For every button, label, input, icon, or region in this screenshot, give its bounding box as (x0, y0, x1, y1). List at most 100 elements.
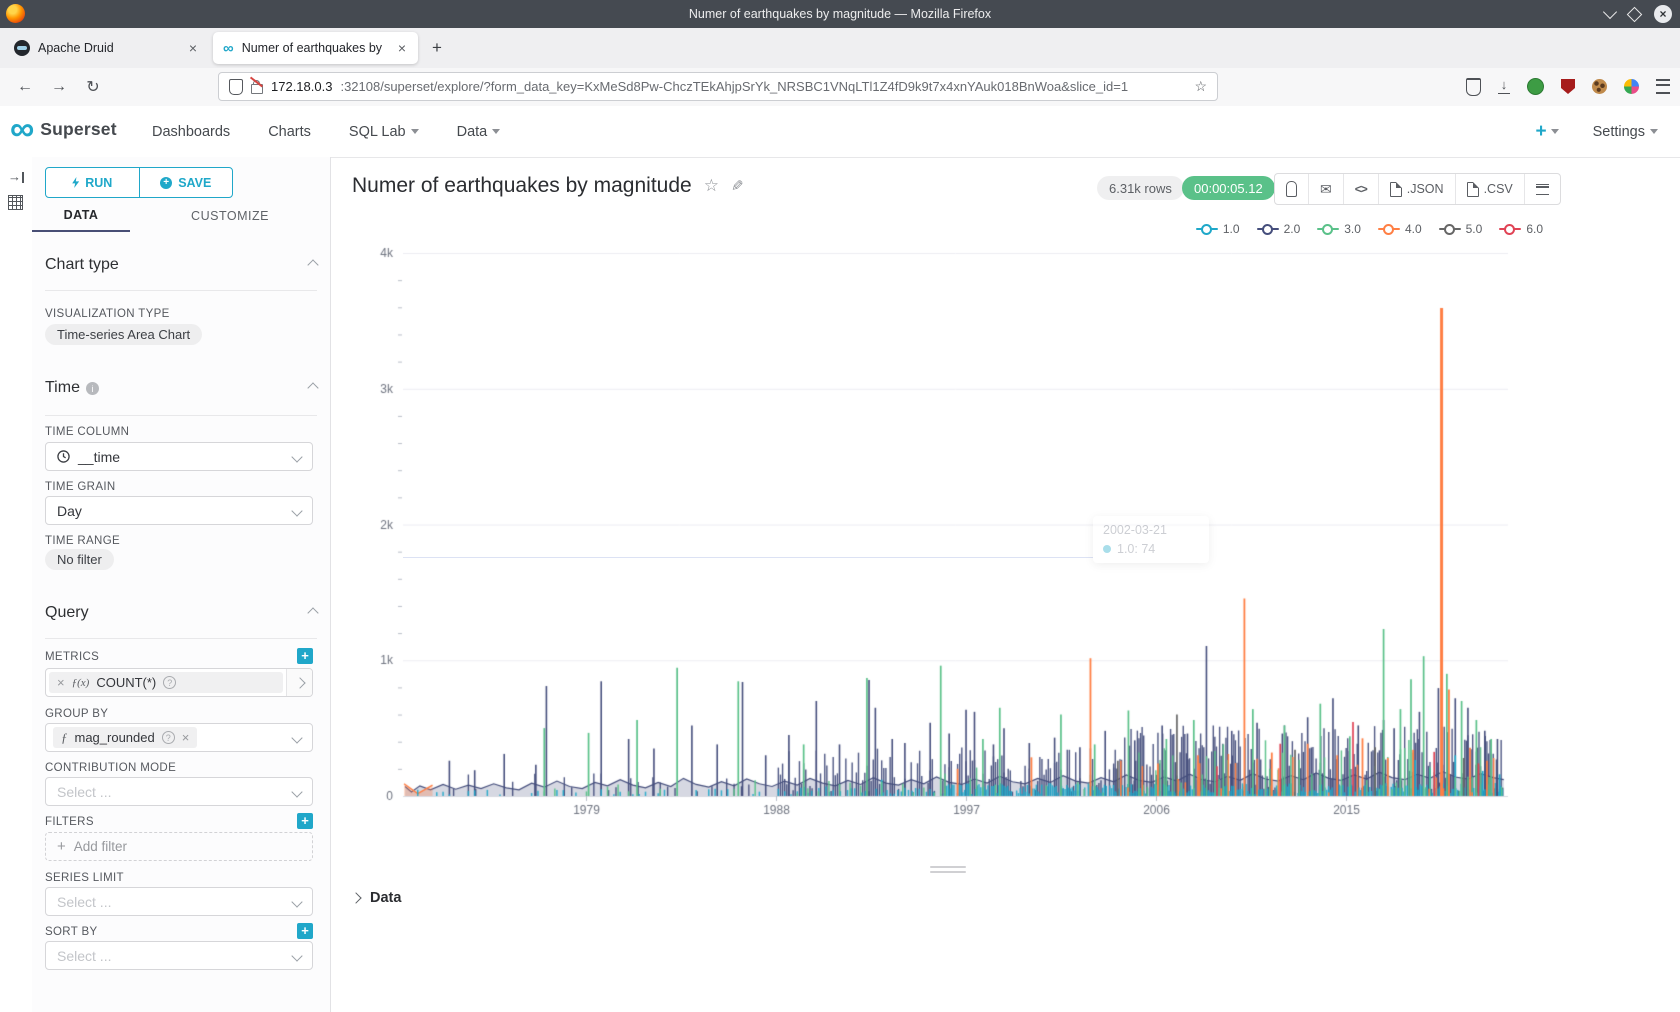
extension-pinwheel-icon[interactable] (1624, 79, 1639, 94)
legend-item-1.0[interactable]: 1.0 (1196, 222, 1240, 236)
copy-link-button[interactable] (1275, 174, 1309, 204)
section-chart-type[interactable]: Chart type (45, 256, 317, 274)
legend-marker-icon (1499, 224, 1521, 234)
time-range-label: TIME RANGE (45, 535, 120, 547)
legend-item-2.0[interactable]: 2.0 (1257, 222, 1301, 236)
add-sort-by-button[interactable]: + (297, 923, 313, 939)
data-panel-toggle[interactable]: Data (352, 890, 401, 906)
collapse-icon[interactable] (307, 259, 318, 270)
tab-close-icon[interactable]: × (396, 41, 408, 55)
viz-type-value[interactable]: Time-series Area Chart (45, 324, 202, 345)
legend-marker-icon (1317, 224, 1339, 234)
expand-datasource-icon[interactable]: → (8, 169, 24, 184)
sort-by-select[interactable]: Select ... (45, 941, 313, 970)
contribution-mode-select[interactable]: Select ... (45, 777, 313, 806)
tab-label: Numer of earthquakes by (242, 41, 388, 55)
remove-groupby-icon[interactable]: × (182, 731, 190, 744)
favorite-star-icon[interactable]: ☆ (704, 176, 719, 196)
tab-superset-chart[interactable]: ∞ Numer of earthquakes by × (213, 32, 418, 64)
superset-logo[interactable]: ∞ Superset (10, 114, 117, 144)
caret-down-icon (291, 451, 302, 462)
add-metric-button[interactable]: + (297, 648, 313, 664)
tab-customize[interactable]: CUSTOMIZE (130, 200, 330, 232)
downloads-icon[interactable]: ↓ (1498, 79, 1510, 94)
chart-menu-button[interactable] (1525, 174, 1560, 204)
series-limit-select[interactable]: Select ... (45, 887, 313, 916)
legend-marker-icon (1196, 224, 1218, 234)
legend-item-6.0[interactable]: 6.0 (1499, 222, 1543, 236)
tab-close-icon[interactable]: × (187, 41, 199, 55)
bookmark-star-icon[interactable]: ☆ (1194, 78, 1207, 95)
edit-title-icon[interactable]: ✎ (731, 177, 744, 195)
new-item-button[interactable]: + (1535, 121, 1558, 143)
nav-charts[interactable]: Charts (268, 124, 311, 140)
viz-type-label: VISUALIZATION TYPE (45, 308, 170, 320)
time-column-select[interactable]: __time (45, 442, 313, 471)
section-query[interactable]: Query (45, 604, 317, 622)
window-close-button[interactable]: × (1654, 5, 1672, 23)
add-filter-button[interactable]: + (297, 813, 313, 829)
series-limit-label: SERIES LIMIT (45, 872, 124, 884)
druid-favicon (14, 40, 30, 56)
tab-data[interactable]: DATA (32, 200, 130, 232)
remove-metric-icon[interactable]: × (57, 676, 65, 689)
export-csv-button[interactable]: .CSV (1456, 174, 1525, 204)
save-button[interactable]: +SAVE (140, 168, 233, 197)
firefox-menu-icon[interactable] (1656, 79, 1670, 94)
section-time[interactable]: Timei (45, 379, 317, 397)
extension-green-icon[interactable] (1527, 78, 1544, 95)
new-tab-button[interactable]: + (432, 38, 442, 58)
export-json-button[interactable]: .JSON (1379, 174, 1456, 204)
settings-menu[interactable]: Settings (1593, 124, 1658, 140)
legend-item-4.0[interactable]: 4.0 (1378, 222, 1422, 236)
reload-button[interactable]: ↻ (76, 77, 110, 97)
caret-down-icon (1551, 129, 1559, 134)
bolt-icon (72, 177, 79, 188)
resize-handle[interactable] (930, 864, 966, 874)
sort-by-label: SORT BY (45, 926, 97, 938)
help-icon: ? (162, 731, 175, 744)
tracking-protection-icon[interactable] (229, 79, 243, 95)
legend-item-3.0[interactable]: 3.0 (1317, 222, 1361, 236)
nav-dashboards[interactable]: Dashboards (152, 124, 230, 140)
tooltip-value: 1.0: 74 (1117, 542, 1155, 556)
metric-item[interactable]: × ƒ(x) COUNT(*) ? (45, 668, 313, 697)
series-dot (1103, 545, 1111, 553)
run-save-group: RUN +SAVE (45, 167, 233, 198)
back-button[interactable]: ← (8, 78, 42, 96)
envelope-icon: ✉ (1320, 181, 1332, 198)
pocket-shield-icon[interactable] (1466, 78, 1481, 96)
time-range-value[interactable]: No filter (45, 549, 114, 570)
window-maximize-button[interactable] (1627, 6, 1643, 22)
clock-icon (57, 450, 70, 463)
add-filter-dropzone[interactable]: +Add filter (45, 832, 313, 861)
embed-code-button[interactable]: <> (1344, 174, 1379, 204)
caret-down-icon (1650, 129, 1658, 134)
collapse-icon[interactable] (307, 382, 318, 393)
email-button[interactable]: ✉ (1309, 174, 1344, 204)
paperclip-icon (1286, 181, 1297, 197)
run-button[interactable]: RUN (46, 168, 140, 197)
metric-expand-arrow[interactable] (286, 669, 312, 696)
nav-sql-lab[interactable]: SQL Lab (349, 124, 419, 140)
nav-data[interactable]: Data (457, 124, 501, 140)
group-by-select[interactable]: ƒ mag_rounded ? × (45, 723, 313, 752)
dataset-grid-icon[interactable] (8, 195, 23, 210)
timeseries-area-chart[interactable] (330, 240, 1680, 840)
forward-button[interactable]: → (42, 78, 76, 96)
url-bar[interactable]: 172.18.0.3 :32108/superset/explore/?form… (218, 72, 1218, 101)
window-title: Numer of earthquakes by magnitude — Mozi… (0, 7, 1680, 21)
tab-apache-druid[interactable]: Apache Druid × (4, 32, 209, 64)
ublock-icon[interactable] (1561, 79, 1575, 94)
chevron-right-icon (350, 892, 361, 903)
file-icon (1467, 182, 1479, 197)
superset-favicon: ∞ (223, 41, 234, 56)
time-column-label: TIME COLUMN (45, 426, 129, 438)
cookie-extension-icon[interactable] (1592, 79, 1607, 94)
collapse-icon[interactable] (307, 607, 318, 618)
legend-item-5.0[interactable]: 5.0 (1439, 222, 1483, 236)
time-grain-select[interactable]: Day (45, 496, 313, 525)
window-minimize-button[interactable] (1603, 5, 1617, 19)
screen: Numer of earthquakes by magnitude — Mozi… (0, 0, 1680, 1012)
filters-label: FILTERS (45, 816, 94, 828)
